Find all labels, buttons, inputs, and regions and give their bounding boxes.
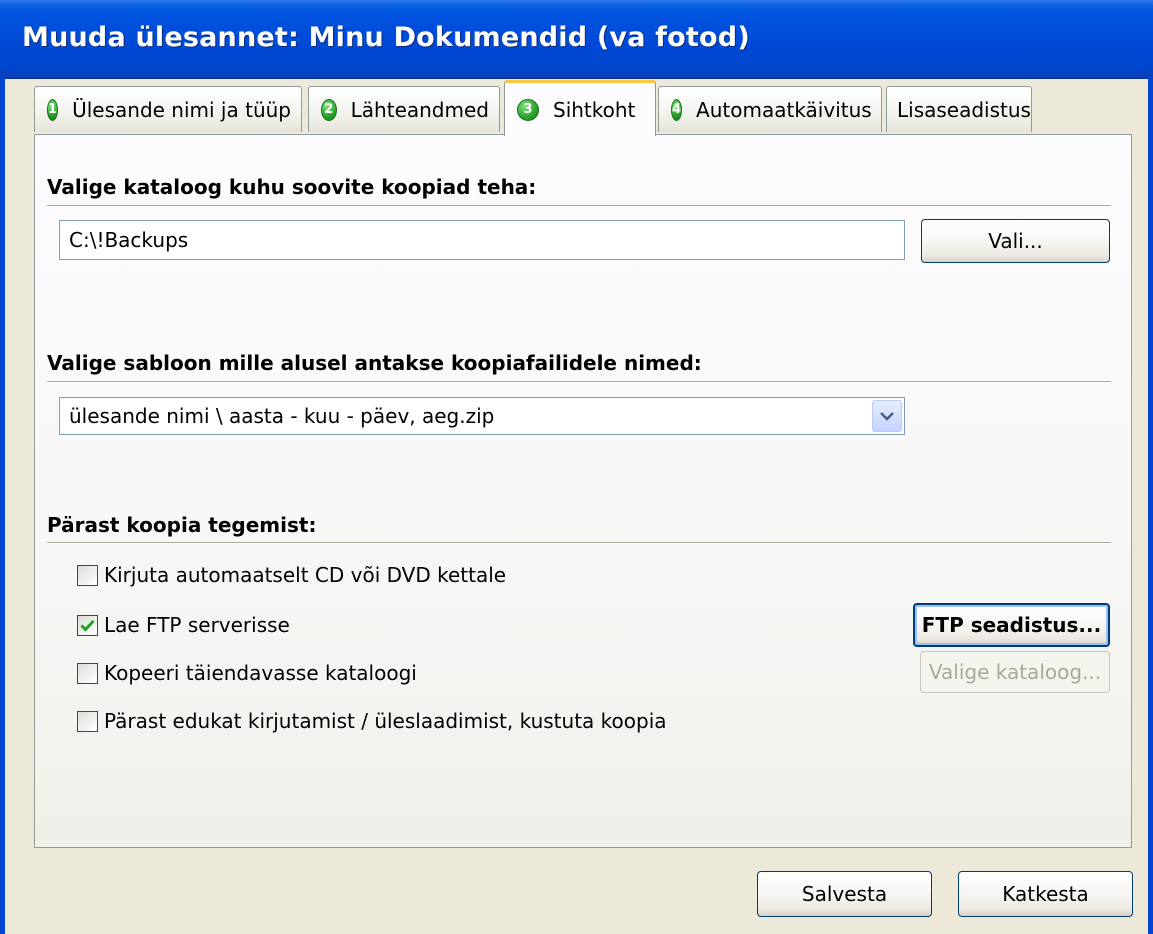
choose-folder-button[interactable]: Valige kataloog... — [920, 651, 1110, 693]
destination-path-input[interactable]: C:\!Backups — [59, 220, 905, 260]
delete-after-upload-option[interactable]: Pärast edukat kirjutamist / üleslaadimis… — [77, 709, 667, 733]
cancel-button[interactable]: Katkesta — [958, 871, 1133, 917]
checkbox-checked[interactable] — [77, 614, 98, 636]
browse-folder-button[interactable]: Vali... — [921, 219, 1110, 263]
step-4-icon: 4 — [671, 98, 683, 121]
step-2-icon: 2 — [321, 98, 337, 121]
tab-label: Ülesande nimi ja tüüp — [72, 97, 291, 122]
step-3-icon: 3 — [517, 98, 539, 121]
naming-template-value: ülesande nimi \ aasta - kuu - päev, aeg.… — [69, 404, 495, 428]
destination-heading: Valige kataloog kuhu soovite koopiad teh… — [47, 175, 537, 199]
section-divider — [47, 205, 1111, 207]
tab-destination[interactable]: 3 Sihtkoht — [504, 80, 656, 136]
checkmark-icon — [80, 619, 95, 632]
naming-template-heading: Valige sabloon mille alusel antakse koop… — [47, 351, 702, 375]
window-frame-left — [0, 78, 5, 934]
section-divider — [47, 381, 1111, 383]
tab-autostart[interactable]: 4 Automaatkäivitus — [658, 86, 882, 132]
title-bar[interactable]: Muuda ülesannet: Minu Dokumendid (va fot… — [0, 0, 1153, 79]
tab-label: Lähteandmed — [350, 97, 489, 122]
ftp-settings-button[interactable]: FTP seadistus... — [913, 603, 1110, 647]
checkbox[interactable] — [77, 564, 98, 586]
save-button[interactable]: Salvesta — [757, 871, 932, 917]
tab-advanced-settings[interactable]: Lisaseadistus — [886, 86, 1032, 132]
window-title: Muuda ülesannet: Minu Dokumendid (va fot… — [22, 22, 750, 53]
naming-template-select[interactable]: ülesande nimi \ aasta - kuu - päev, aeg.… — [59, 397, 905, 435]
checkbox-label: Lae FTP serverisse — [104, 613, 290, 637]
tab-label: Lisaseadistus — [897, 97, 1031, 122]
window-frame-right — [1148, 78, 1153, 934]
copy-extra-folder-option[interactable]: Kopeeri täiendavasse kataloogi — [77, 661, 417, 685]
after-backup-heading: Pärast koopia tegemist: — [47, 513, 317, 537]
tab-label: Automaatkäivitus — [696, 97, 872, 122]
upload-ftp-option[interactable]: Lae FTP serverisse — [77, 613, 290, 637]
tab-task-name-type[interactable]: 1 Ülesande nimi ja tüüp — [34, 86, 302, 132]
section-divider — [47, 542, 1111, 544]
tab-panel-destination: Valige kataloog kuhu soovite koopiad teh… — [34, 134, 1132, 848]
checkbox-label: Kirjuta automaatselt CD või DVD kettale — [104, 563, 507, 587]
chevron-down-icon[interactable] — [872, 400, 902, 432]
checkbox[interactable] — [77, 710, 98, 732]
tab-label: Sihtkoht — [553, 97, 636, 122]
burn-cd-dvd-option[interactable]: Kirjuta automaatselt CD või DVD kettale — [77, 563, 506, 587]
checkbox[interactable] — [77, 662, 98, 684]
checkbox-label: Pärast edukat kirjutamist / üleslaadimis… — [104, 709, 667, 733]
tab-source-data[interactable]: 2 Lähteandmed — [308, 86, 500, 132]
dialog-window: Muuda ülesannet: Minu Dokumendid (va fot… — [0, 0, 1153, 934]
step-1-icon: 1 — [47, 98, 59, 121]
checkbox-label: Kopeeri täiendavasse kataloogi — [104, 661, 417, 685]
